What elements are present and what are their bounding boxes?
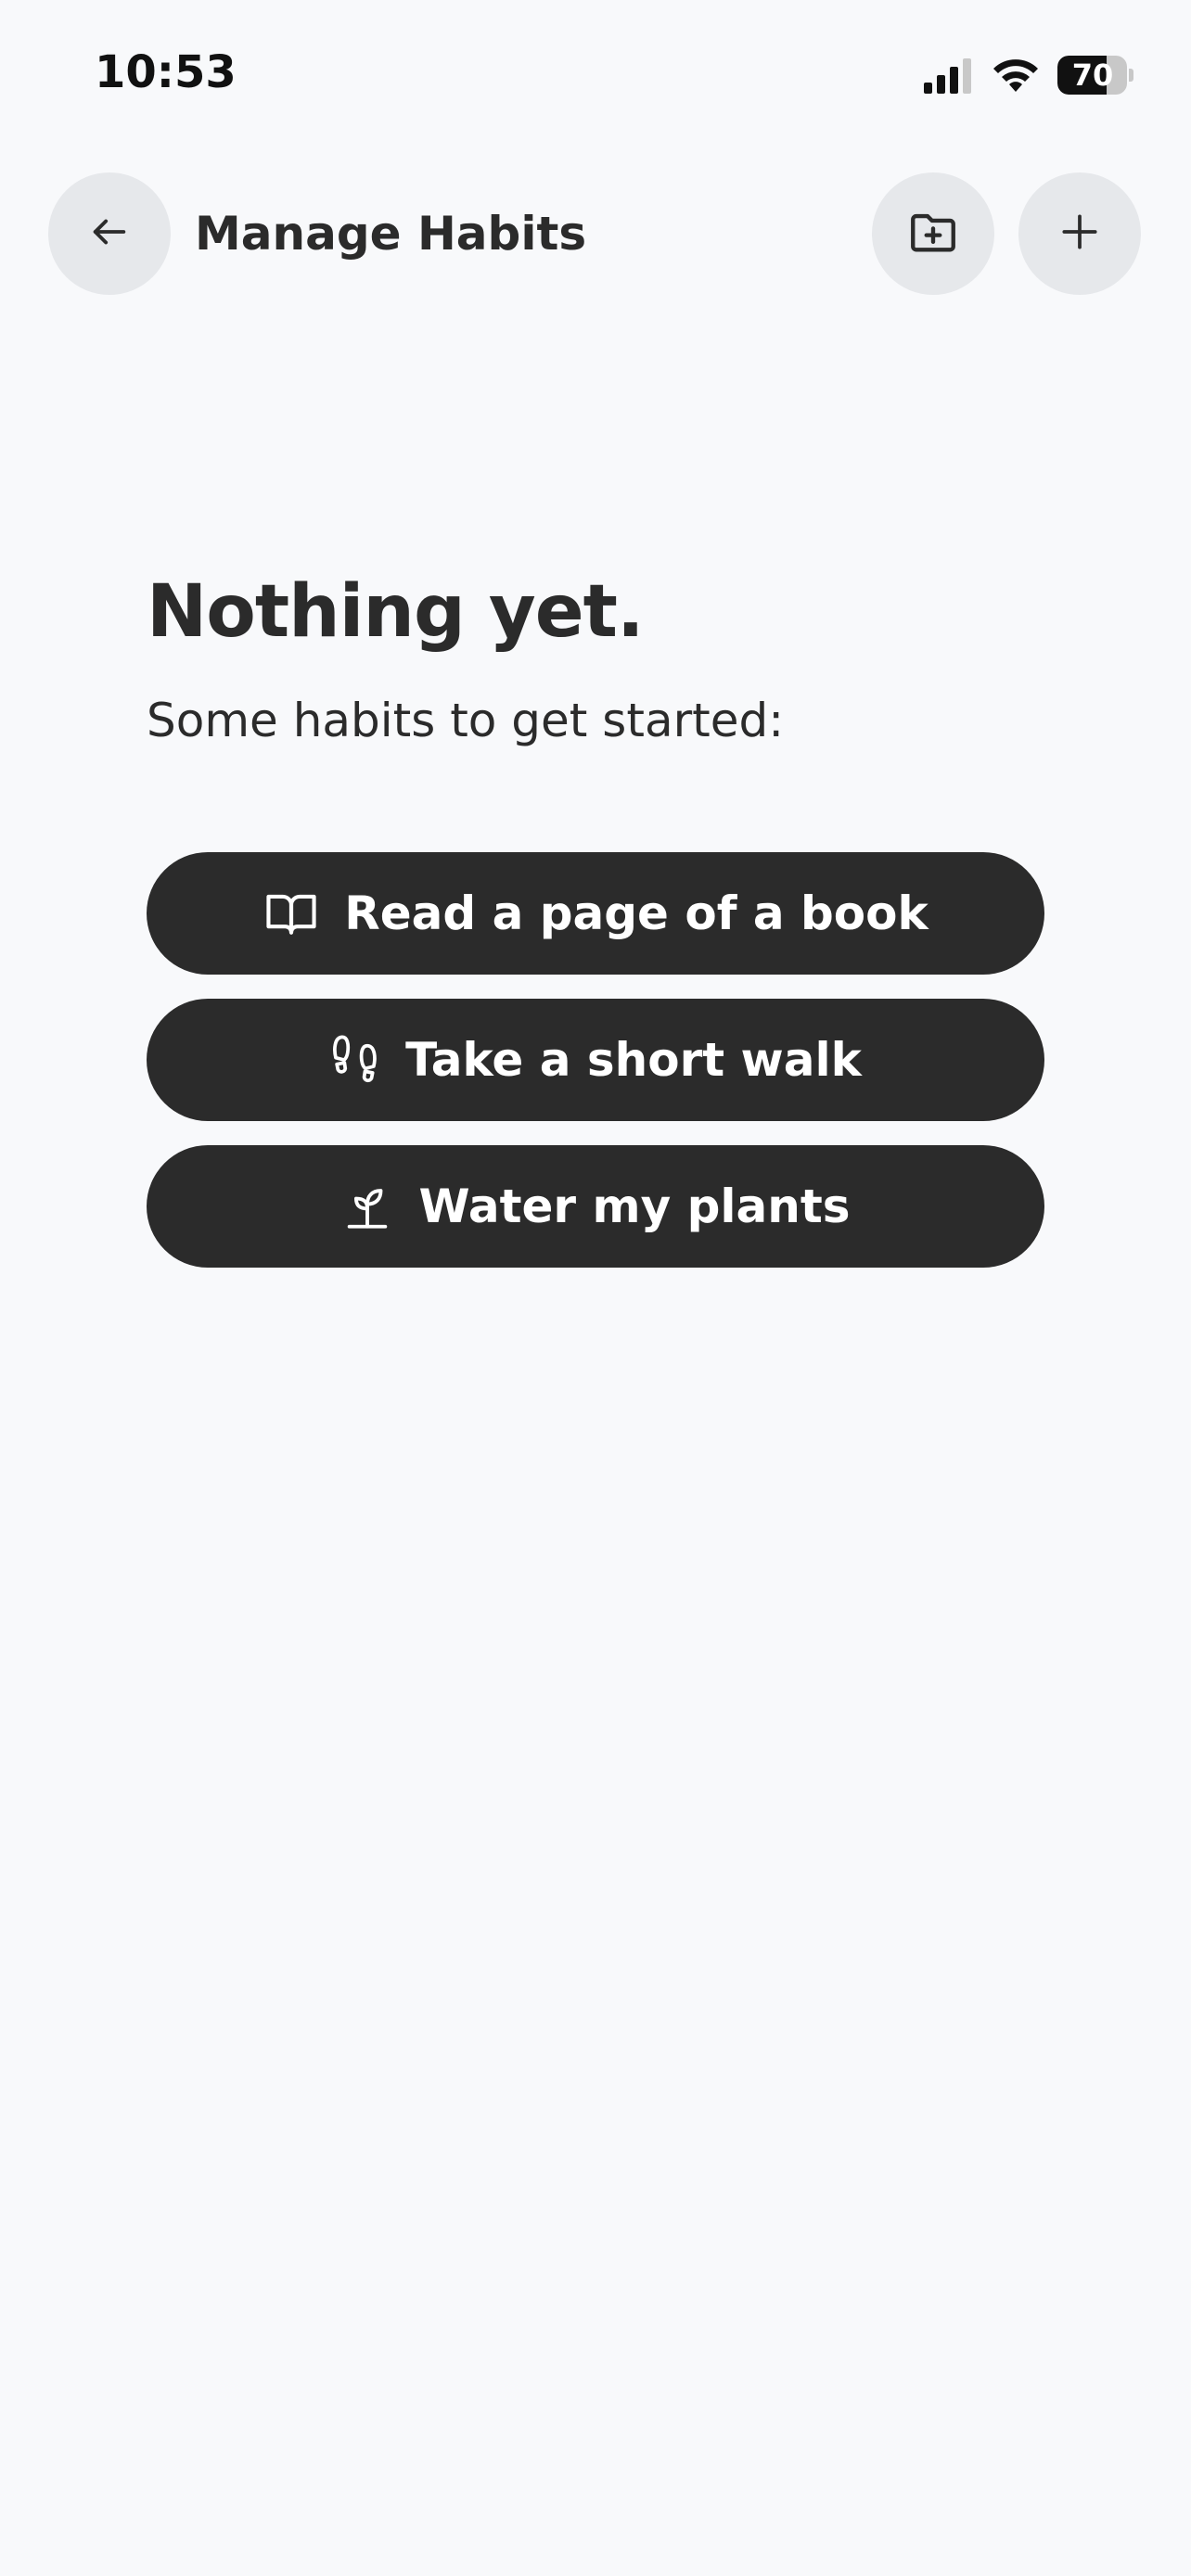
battery-cap <box>1129 69 1133 82</box>
book-icon <box>263 885 320 942</box>
status-time: 10:53 <box>95 46 237 98</box>
wifi-icon <box>991 57 1041 94</box>
folder-plus-icon <box>906 205 960 262</box>
plus-icon <box>1057 209 1103 259</box>
battery-body: 70 <box>1057 56 1128 95</box>
new-folder-button[interactable] <box>872 172 994 295</box>
header: Manage Habits <box>0 172 1191 295</box>
battery-icon: 70 <box>1057 56 1133 95</box>
suggestion-short-walk-button[interactable]: Take a short walk <box>147 999 1044 1121</box>
signal-icon <box>924 57 974 94</box>
status-icons: 70 <box>924 54 1133 96</box>
suggestion-label: Read a page of a book <box>344 886 928 940</box>
arrow-left-icon <box>88 210 131 257</box>
empty-state-subtitle: Some habits to get started: <box>147 694 785 747</box>
add-habit-button[interactable] <box>1018 172 1141 295</box>
battery-percent: 70 <box>1071 57 1114 93</box>
footprints-icon <box>329 1031 381 1089</box>
suggestion-water-plants-button[interactable]: Water my plants <box>147 1145 1044 1268</box>
sprout-icon <box>340 1180 394 1233</box>
suggestion-read-book-button[interactable]: Read a page of a book <box>147 852 1044 975</box>
suggestion-list: Read a page of a book Take a short walk … <box>147 852 1044 1292</box>
suggestion-label: Water my plants <box>418 1180 851 1233</box>
status-bar: 10:53 70 <box>0 0 1191 148</box>
empty-state-title: Nothing yet. <box>147 570 645 654</box>
page-title: Manage Habits <box>195 207 587 261</box>
back-button[interactable] <box>48 172 171 295</box>
suggestion-label: Take a short walk <box>405 1033 862 1087</box>
